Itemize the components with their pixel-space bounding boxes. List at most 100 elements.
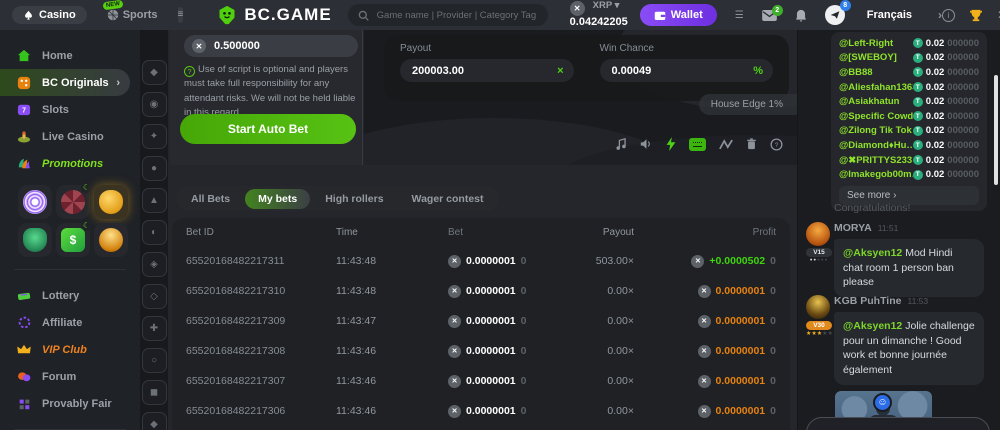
chat-language-selector[interactable]: Français › <box>867 8 942 22</box>
bet-profit: ✕ 0.00000010 <box>634 315 776 328</box>
trash-icon[interactable] <box>746 138 757 150</box>
avatar[interactable] <box>806 222 830 246</box>
bet-payout: 0.00× <box>566 285 634 297</box>
prize-wheel-icon[interactable]: ☾ <box>56 185 90 219</box>
bets-tab[interactable]: High rollers <box>312 189 396 209</box>
game-icon[interactable]: ◆ <box>142 60 167 85</box>
sidebar-item-live-casino[interactable]: Live Casino <box>0 123 140 150</box>
chevron-down-icon: ▾ <box>615 0 620 11</box>
table-row[interactable]: 65520168482217310 11:43:48 ✕ 0.00000010 … <box>186 276 776 306</box>
tip-row[interactable]: @✖PRITTYS233✖ T 0.02000000 <box>839 153 979 168</box>
chat-username[interactable]: KGB PuhTine <box>834 295 901 307</box>
coin-drop-icon[interactable] <box>94 223 128 257</box>
game-icon[interactable]: ◉ <box>142 92 167 117</box>
game-icon[interactable]: ✚ <box>142 316 167 341</box>
hotkeys-icon[interactable] <box>689 138 706 151</box>
casino-label: Casino <box>39 9 76 21</box>
sidebar-item-affiliate[interactable]: Affiliate <box>0 309 140 336</box>
table-row[interactable]: 65520168482217308 11:43:46 ✕ 0.00000010 … <box>186 336 776 366</box>
game-icon[interactable]: ◐ <box>142 220 167 245</box>
game-icon[interactable]: ▲ <box>142 188 167 213</box>
sidebar-item-lottery[interactable]: Lottery <box>0 282 140 309</box>
col-payout: Payout <box>566 227 634 238</box>
bet-amount-input[interactable] <box>212 39 332 53</box>
sidebar-item-bc-originals[interactable]: BC Originals › <box>0 69 130 96</box>
wallet-button[interactable]: Wallet <box>640 4 717 26</box>
spiral-wheel-icon[interactable] <box>18 185 52 219</box>
bets-tab[interactable]: All Bets <box>178 189 243 209</box>
claw-machine-icon[interactable] <box>18 223 52 257</box>
tip-row[interactable]: @[SWEBOY] T 0.02000000 <box>839 51 979 66</box>
chat-username[interactable]: MORYA <box>834 222 872 234</box>
start-auto-bet-button[interactable]: Start Auto Bet <box>180 114 356 144</box>
sidebar-item-slots[interactable]: 7 Slots <box>0 96 140 123</box>
game-search[interactable] <box>348 4 548 26</box>
chat-toggle-button[interactable]: 8 <box>825 5 845 25</box>
bet-amount-field[interactable]: ✕ <box>184 35 358 57</box>
tip-row[interactable]: @Left-Right T 0.02000000 <box>839 36 979 51</box>
slots-icon: 7 <box>16 103 32 116</box>
menu-icon[interactable]: ≡ <box>178 7 184 23</box>
reaction-button[interactable]: ☺ <box>873 393 892 412</box>
chat-rules-icon[interactable]: i <box>942 9 955 22</box>
turbo-icon[interactable] <box>666 137 676 151</box>
game-icon[interactable]: ◇ <box>142 284 167 309</box>
live-stats-icon[interactable] <box>719 139 733 150</box>
tip-row[interactable]: @Imakegob00m… T 0.02000000 <box>839 167 979 182</box>
search-input[interactable] <box>375 9 538 22</box>
win-chance-field[interactable]: % <box>600 59 774 82</box>
game-icon[interactable]: ✦ <box>142 124 167 149</box>
cash-voucher-icon[interactable]: $ ☾ <box>56 223 90 257</box>
sidebar-item-promotions[interactable]: Promotions <box>0 150 140 177</box>
chat-scrollbar[interactable] <box>994 75 998 185</box>
table-row[interactable]: 65520168482217309 11:43:47 ✕ 0.00000010 … <box>186 306 776 336</box>
sidebar-item-home[interactable]: Home <box>0 42 140 69</box>
table-row[interactable]: 65520168482217311 11:43:48 ✕ 0.00000010 … <box>186 246 776 276</box>
tip-row[interactable]: @Aliesfahan1363 T 0.02000000 <box>839 80 979 95</box>
notifications-button[interactable] <box>795 9 807 22</box>
live-casino-label: Live Casino <box>42 131 104 143</box>
game-icon[interactable]: ○ <box>142 348 167 373</box>
game-icon[interactable]: ◈ <box>142 252 167 277</box>
usdt-coin-icon: T <box>913 155 923 165</box>
mention[interactable]: @Aksyen12 <box>843 247 902 259</box>
tip-amount: T 0.02000000 <box>913 52 979 63</box>
table-row[interactable]: 65520168482217306 11:43:46 ✕ 0.00000010 … <box>186 396 776 426</box>
sidebar-item-provably-fair[interactable]: Provably Fair <box>0 390 140 417</box>
bets-tab[interactable]: My bets <box>245 189 310 209</box>
sports-toggle[interactable]: NEW Sports <box>101 8 164 22</box>
bet-payout: 503.00× <box>566 255 634 267</box>
payout-field[interactable]: × <box>400 59 574 82</box>
tip-row[interactable]: @Diamond♦Hu… T 0.02000000 <box>839 138 979 153</box>
game-icon[interactable]: ◼ <box>142 380 167 405</box>
tip-row[interactable]: @BB88 T 0.02000000 <box>839 65 979 80</box>
avatar[interactable] <box>806 295 830 319</box>
game-icon[interactable]: ◆ <box>142 412 167 430</box>
tip-row[interactable]: @Zilong Tik Tok T 0.02000000 <box>839 124 979 139</box>
casino-toggle[interactable]: Casino <box>12 6 87 24</box>
payout-input[interactable] <box>410 64 557 78</box>
help-icon[interactable]: ? <box>770 138 783 151</box>
chat-timestamp: 11:53 <box>907 296 928 306</box>
sidebar-item-forum[interactable]: Forum <box>0 363 140 390</box>
trophy-icon[interactable] <box>969 9 983 22</box>
piggy-bank-icon[interactable] <box>94 185 128 219</box>
tip-row[interactable]: @Asiakhatun T 0.02000000 <box>839 94 979 109</box>
win-chance-input[interactable] <box>610 64 754 78</box>
balance-selector[interactable]: ✕ XRP ▾ 0.04242205 <box>570 1 628 28</box>
bets-tab[interactable]: Wager contest <box>399 189 497 209</box>
table-row[interactable]: 65520168482217307 11:43:46 ✕ 0.00000010 … <box>186 366 776 396</box>
sound-icon[interactable] <box>640 138 653 150</box>
mention[interactable]: @Aksyen12 <box>843 320 902 332</box>
chat-header-actions: i ✕ <box>942 8 1000 22</box>
crown-icon <box>16 344 32 355</box>
sidebar-item-vip-club[interactable]: VIP Club <box>0 336 140 363</box>
logo-shield-icon <box>217 5 237 25</box>
mail-button[interactable]: 2 <box>762 10 777 21</box>
game-icon[interactable]: ● <box>142 156 167 181</box>
tip-row[interactable]: @Specific Cowden T 0.02000000 <box>839 109 979 124</box>
chat-input[interactable] <box>806 417 990 430</box>
bc-game-logo[interactable]: BC.GAME <box>217 5 331 25</box>
music-icon[interactable] <box>615 138 627 151</box>
rank-icon[interactable]: ☰ <box>735 10 744 21</box>
